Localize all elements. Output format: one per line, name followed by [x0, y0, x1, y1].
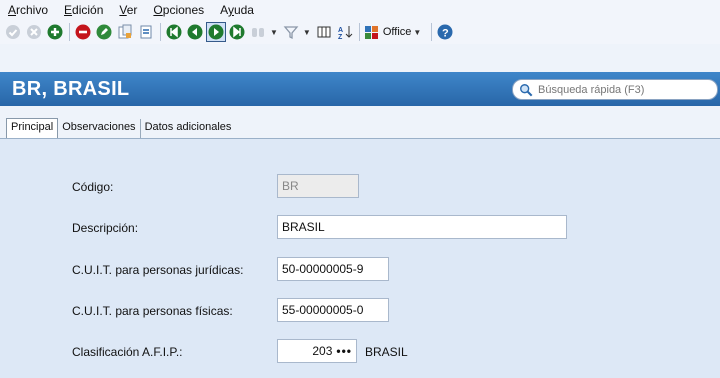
svg-text:A: A: [338, 27, 343, 34]
binoculars-icon[interactable]: [249, 23, 267, 41]
toolbar-separator: [431, 23, 433, 41]
edit-icon[interactable]: [95, 23, 113, 41]
delete-icon[interactable]: [74, 23, 92, 41]
first-record-icon[interactable]: [165, 23, 183, 41]
descripcion-field[interactable]: BRASIL: [277, 215, 567, 239]
previous-record-icon[interactable]: [186, 23, 204, 41]
menu-ver[interactable]: Ver: [119, 3, 137, 17]
afip-label: Clasificación A.F.I.P.:: [72, 345, 183, 359]
last-record-icon[interactable]: [228, 23, 246, 41]
codigo-label: Código:: [72, 180, 114, 194]
toolbar-separator: [358, 23, 360, 41]
office-button[interactable]: Office ▼: [364, 24, 425, 40]
cuit-fisicas-value: 55-00000005-0: [282, 303, 364, 317]
svg-text:Z: Z: [338, 34, 343, 40]
cuit-fisicas-field[interactable]: 55-00000005-0: [277, 298, 389, 322]
office-label: Office: [382, 26, 412, 38]
chevron-down-icon[interactable]: ▼: [303, 28, 311, 37]
descripcion-label: Descripción:: [72, 221, 139, 235]
next-record-icon[interactable]: [206, 22, 226, 42]
cuit-fisicas-label: C.U.I.T. para personas físicas:: [72, 304, 233, 318]
quick-search-input[interactable]: Búsqueda rápida (F3): [512, 79, 718, 100]
copy-icon[interactable]: [116, 23, 134, 41]
descripcion-value: BRASIL: [282, 220, 325, 234]
toolbar: ▼ ▼ AZ Office ▼ ?: [0, 20, 720, 44]
menu-bar: Archivo Edición Ver Opciones Ayyudauda: [0, 0, 720, 20]
toolbar-separator: [69, 23, 70, 41]
svg-text:?: ?: [442, 28, 449, 40]
search-icon: [520, 83, 533, 96]
cancel-icon[interactable]: [25, 23, 43, 41]
columns-icon[interactable]: [315, 23, 333, 41]
lookup-button[interactable]: •••: [336, 344, 352, 358]
cuit-juridicas-value: 50-00000005-9: [282, 262, 364, 276]
filter-icon[interactable]: [282, 23, 300, 41]
cuit-juridicas-field[interactable]: 50-00000005-9: [277, 257, 389, 281]
header-gap: [0, 44, 720, 72]
chevron-down-icon[interactable]: ▼: [270, 28, 278, 37]
codigo-value: BR: [282, 179, 299, 193]
codigo-field: BR: [277, 174, 359, 198]
toolbar-separator: [160, 23, 161, 41]
menu-opciones[interactable]: Opciones: [153, 3, 204, 17]
search-placeholder: Búsqueda rápida (F3): [538, 83, 645, 96]
tab-bar: Principal Observaciones Datos adicionale…: [6, 118, 235, 138]
confirm-icon[interactable]: [4, 23, 22, 41]
record-header: BR, BRASIL Búsqueda rápida (F3): [0, 72, 720, 106]
tab-observaciones[interactable]: Observaciones: [58, 119, 141, 138]
page-title: BR, BRASIL: [12, 78, 130, 100]
add-icon[interactable]: [46, 23, 64, 41]
cuit-juridicas-label: C.U.I.T. para personas jurídicas:: [72, 263, 244, 277]
afip-code-value: 203: [312, 344, 333, 358]
chevron-down-icon: ▼: [413, 27, 422, 37]
tab-datos-adicionales[interactable]: Datos adicionales: [141, 119, 236, 138]
menu-edicion[interactable]: Edición: [64, 3, 103, 17]
tab-principal[interactable]: Principal: [6, 118, 59, 138]
sort-icon[interactable]: AZ: [336, 23, 354, 41]
menu-archivo[interactable]: Archivo: [8, 3, 48, 17]
afip-code-field[interactable]: 203 •••: [277, 339, 357, 363]
menu-ayuda[interactable]: Ayyudauda: [220, 3, 254, 17]
office-icon: [364, 26, 378, 39]
help-icon[interactable]: ?: [436, 23, 454, 41]
document-icon[interactable]: [137, 23, 155, 41]
afip-name: BRASIL: [365, 345, 408, 359]
